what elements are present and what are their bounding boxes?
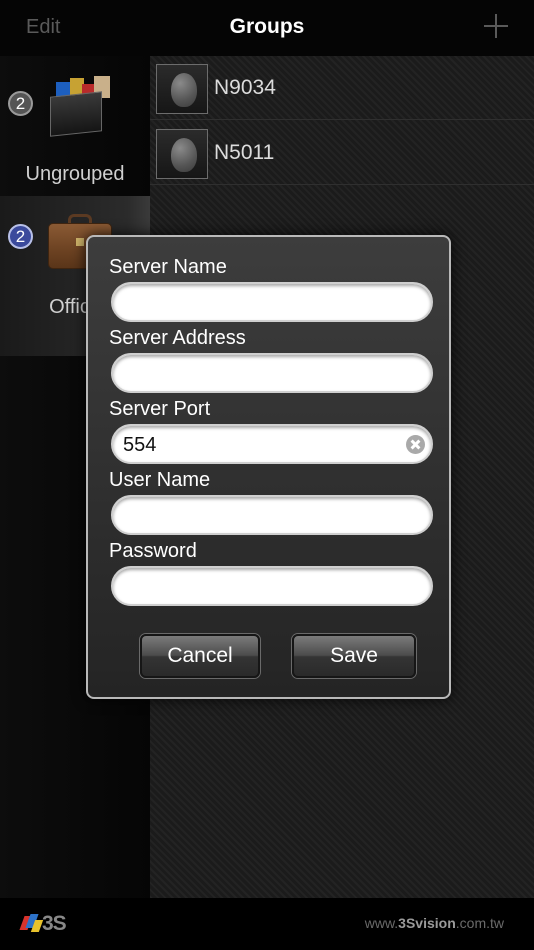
camera-dome-icon (156, 64, 208, 114)
url-prefix: www. (364, 915, 399, 931)
user-name-field[interactable] (111, 495, 433, 535)
device-row[interactable]: N9034 (150, 56, 534, 120)
server-name-field[interactable] (111, 282, 433, 322)
clear-icon[interactable] (406, 435, 425, 454)
user-name-input[interactable] (123, 503, 403, 529)
device-name: N9034 (214, 76, 276, 99)
server-port-label: Server Port (109, 398, 211, 420)
footer-bar: 3S www.3Svision.com.tw (0, 898, 534, 950)
server-address-label: Server Address (109, 327, 246, 349)
user-name-label: User Name (109, 469, 211, 491)
navigation-bar: Edit Groups (0, 0, 534, 56)
save-button[interactable]: Save (292, 634, 416, 678)
password-field[interactable] (111, 566, 433, 606)
server-name-input[interactable] (123, 290, 403, 316)
url-suffix: .com.tw (455, 915, 504, 931)
cancel-button[interactable]: Cancel (140, 634, 260, 678)
password-label: Password (109, 540, 197, 562)
group-item-ungrouped[interactable]: 2 Ungrouped (0, 56, 150, 216)
plus-icon[interactable] (484, 14, 508, 38)
group-count-badge: 2 (8, 224, 33, 249)
website-url: www.3Svision.com.tw (365, 915, 504, 931)
server-name-label: Server Name (109, 256, 227, 278)
group-count-badge: 2 (8, 91, 33, 116)
device-row[interactable]: N5011 (150, 121, 534, 185)
group-label: Ungrouped (25, 163, 125, 185)
server-port-input[interactable] (123, 432, 403, 458)
password-input[interactable] (123, 574, 403, 600)
3s-logo: 3S (19, 910, 68, 936)
device-name: N5011 (214, 141, 275, 164)
url-brand: 3Svision (398, 915, 456, 931)
server-address-input[interactable] (123, 361, 403, 387)
box-icon (46, 76, 116, 138)
add-server-dialog: Server Name Server Address Server Port U… (86, 235, 451, 699)
server-address-field[interactable] (111, 353, 433, 393)
server-port-field[interactable] (111, 424, 433, 464)
page-title: Groups (229, 15, 305, 38)
camera-dome-icon (156, 129, 208, 179)
logo-text: 3S (42, 912, 67, 935)
